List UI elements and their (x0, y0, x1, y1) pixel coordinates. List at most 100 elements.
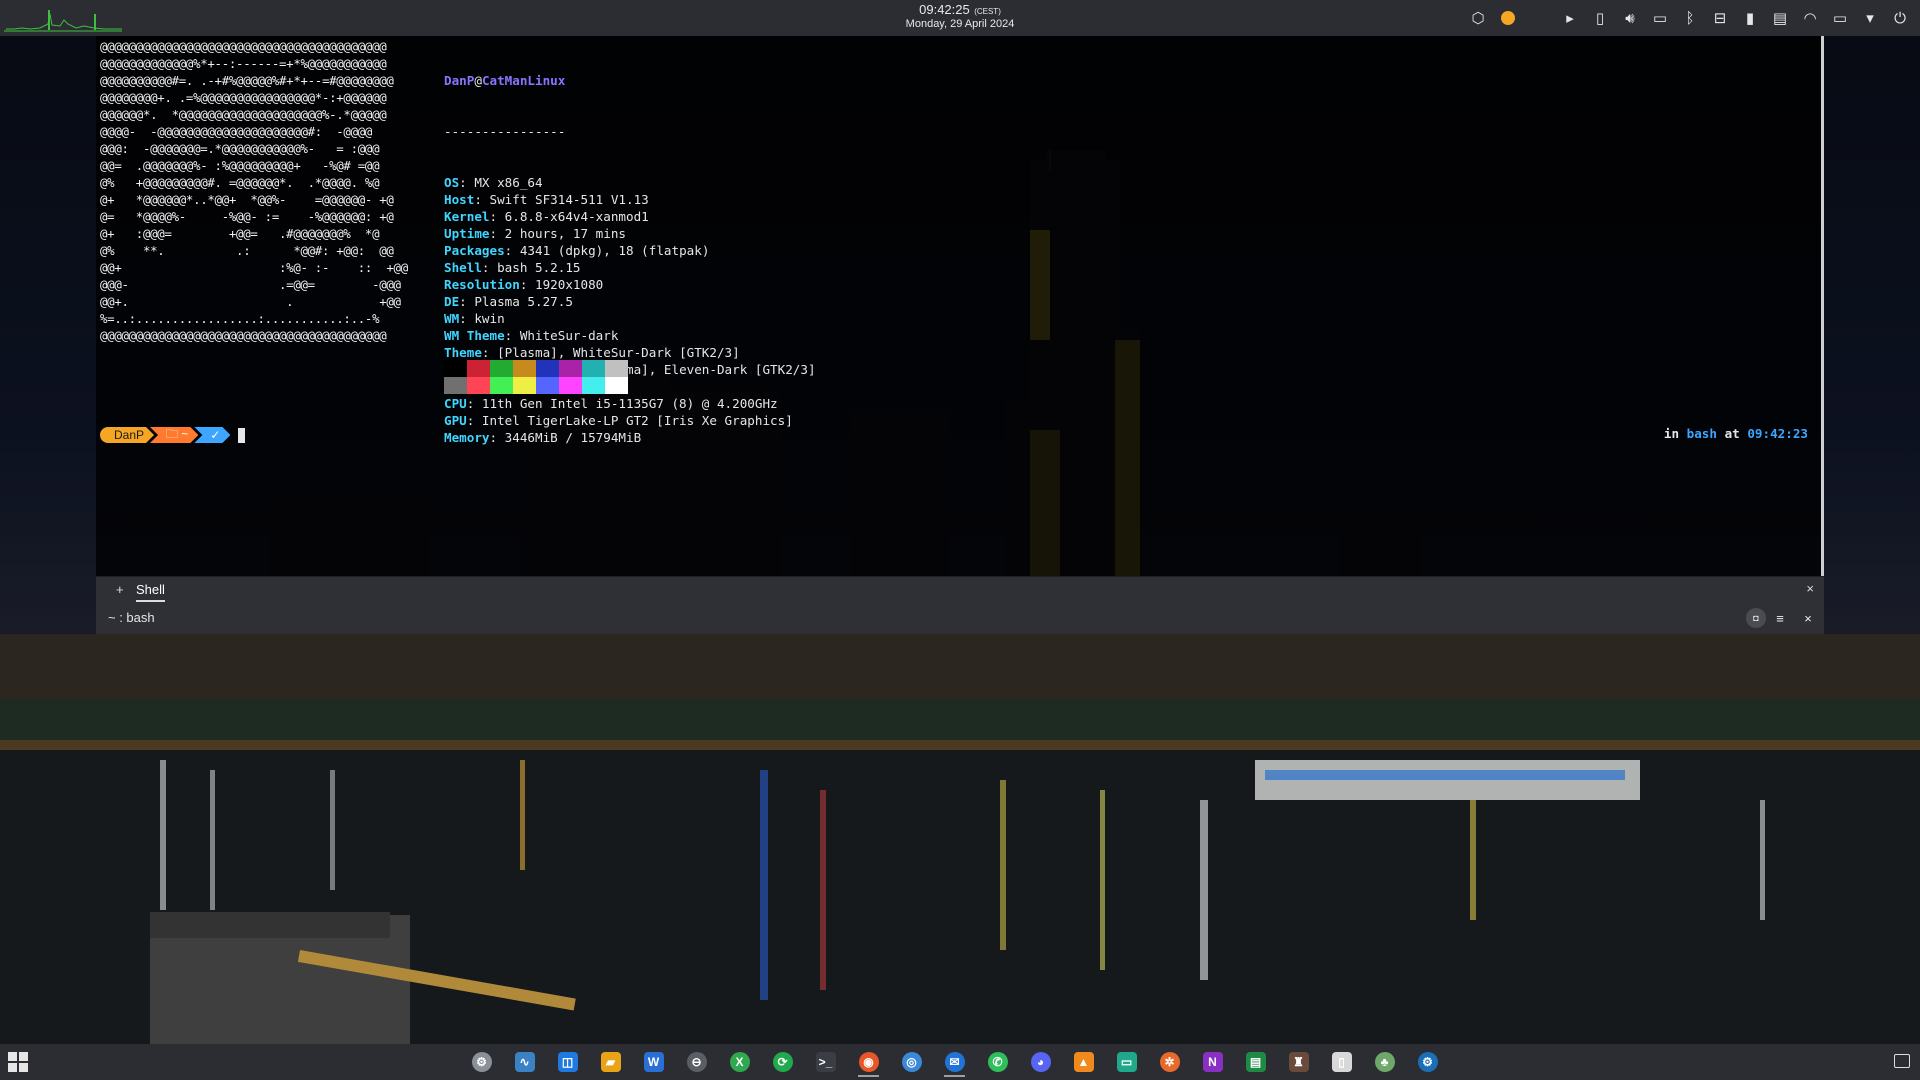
onenote-task-button[interactable]: N (1197, 1046, 1228, 1078)
system-monitor-icon: ∿ (514, 1052, 535, 1072)
notes-icon[interactable]: ▤ (1768, 6, 1792, 30)
info-user: DanP (444, 73, 475, 88)
prompt-user-segment: DanP (100, 427, 154, 443)
info-colon: : (459, 175, 475, 190)
system-monitor-task-button[interactable]: ∿ (509, 1046, 540, 1078)
sync-task-button[interactable]: ⟳ (767, 1046, 798, 1078)
remote-desktop-icon: ⊖ (686, 1052, 707, 1072)
wine-icon: ♜ (1288, 1052, 1309, 1072)
xbox-task-button[interactable]: X (724, 1046, 755, 1078)
drive-icon[interactable]: ⊟ (1708, 6, 1732, 30)
tab-shell[interactable]: Shell (136, 582, 165, 602)
info-value: Intel TigerLake-LP GT2 [Iris Xe Graphics… (481, 413, 793, 428)
info-value: bash 5.2.15 (497, 260, 581, 275)
neofetch-ascii-logo: @@@@@@@@@@@@@@@@@@@@@@@@@@@@@@@@@@@@@@@@… (100, 38, 408, 344)
info-key: DE (444, 294, 460, 309)
spreadsheet-task-button[interactable]: ▤ (1240, 1046, 1271, 1078)
whatsapp-task-button[interactable]: ✆ (982, 1046, 1013, 1078)
close-window-button[interactable]: × (1798, 608, 1818, 628)
split-view-button[interactable]: ◘ (1746, 608, 1766, 628)
vlc-task-button[interactable]: ▲ (1068, 1046, 1099, 1078)
writer-task-button[interactable]: W (638, 1046, 669, 1078)
bloom-task-button[interactable]: ✲ (1154, 1046, 1185, 1078)
gaming-task-button[interactable]: ▭ (1111, 1046, 1142, 1078)
writer-icon: W (643, 1052, 664, 1072)
kdeconnect-icon[interactable]: ▮ (1738, 6, 1762, 30)
session-title: ~ : bash (108, 610, 155, 625)
info-line: WM: kwin (444, 310, 816, 327)
application-launcher-icon[interactable] (8, 1052, 28, 1072)
text-cursor (238, 427, 246, 443)
terminal-task-button[interactable]: >_ (810, 1046, 841, 1078)
bottom-taskbar: ⚙ ∿ ◫ ▰ W ⊖ X ⟳ >_ ◉ ◎ ✉ ✆ ◕ ▲ ▭ ✲ N ▤ ♜ ▯ ♣ ⚙ (0, 1044, 1920, 1080)
thunderbird-task-button[interactable]: ✉ (939, 1046, 970, 1078)
info-key: GPU (444, 413, 467, 428)
show-desktop-icon[interactable] (1894, 1054, 1910, 1068)
terminal-scrollbar[interactable] (1821, 36, 1824, 576)
info-line: GPU: Intel TigerLake-LP GT2 [Iris Xe Gra… (444, 412, 816, 429)
steam-task-button[interactable]: ⚙ (1412, 1046, 1443, 1078)
penguin-task-button[interactable]: ♣ (1369, 1046, 1400, 1078)
file-manager-task-button[interactable]: ▰ (595, 1046, 626, 1078)
rprompt-shell: bash (1686, 426, 1717, 441)
settings-task-button[interactable]: ⚙ (466, 1046, 497, 1078)
info-value: kwin (474, 311, 505, 326)
weather-icon[interactable] (1496, 6, 1520, 30)
rprompt-time: 09:42:23 (1747, 426, 1808, 441)
launcher-tile (19, 1063, 28, 1072)
battery-icon[interactable]: ▭ (1828, 6, 1852, 30)
discord-task-button[interactable]: ◕ (1025, 1046, 1056, 1078)
ascii-line: @+ *@@@@@@*..*@@+ *@@%- =@@@@@@- +@ (100, 192, 394, 207)
software-store-task-button[interactable]: ◫ (552, 1046, 583, 1078)
vlc-icon: ▲ (1073, 1052, 1094, 1072)
info-line: Host: Swift SF314-511 V1.13 (444, 191, 816, 208)
palette-swatch (490, 360, 513, 377)
document-task-button[interactable]: ▯ (1326, 1046, 1357, 1078)
info-value: 6.8.8-x64v4-xanmod1 (504, 209, 649, 224)
palette-swatch (467, 360, 490, 377)
dropbox-icon[interactable]: ⬡ (1466, 6, 1490, 30)
clipboard-icon[interactable]: ▯ (1588, 6, 1612, 30)
battery-charge-icon[interactable]: ▭ (1648, 6, 1672, 30)
info-lines: OS: MX x86_64 Host: Swift SF314-511 V1.13… (444, 174, 816, 446)
rprompt-at: at (1724, 426, 1740, 441)
new-tab-button[interactable]: + (116, 582, 124, 597)
info-value: 3446MiB / 15794MiB (504, 430, 642, 445)
palette-swatch (559, 377, 582, 394)
wifi-icon[interactable]: ◠ (1798, 6, 1822, 30)
yakuake-icon[interactable]: ▸ (1558, 6, 1582, 30)
shell-prompt: DanP 🗀 ~ ✓ (100, 426, 246, 444)
system-load-graph[interactable] (4, 4, 122, 32)
info-colon: : (466, 413, 482, 428)
info-colon: : (481, 345, 498, 360)
info-key: Host (444, 192, 475, 207)
ascii-line: @@= .@@@@@@@%- :%@@@@@@@@@+ -%@# =@@ (100, 158, 380, 173)
arrow-down-icon[interactable]: ▾ (1858, 6, 1882, 30)
clock-date: Monday, 29 April 2024 (905, 18, 1015, 30)
remote-desktop-task-button[interactable]: ⊖ (681, 1046, 712, 1078)
user-host-line: DanP@CatManLinux (444, 72, 816, 89)
info-line: CPU: 11th Gen Intel i5-1135G7 (8) @ 4.20… (444, 395, 816, 412)
firefox-task-button[interactable]: ◉ (853, 1046, 884, 1078)
bluetooth-icon[interactable]: ᛒ (1678, 6, 1702, 30)
chrome-task-button[interactable]: ◎ (896, 1046, 927, 1078)
ascii-line: @@@@- -@@@@@@@@@@@@@@@@@@@@@#: -@@@@ (100, 124, 373, 139)
info-colon: : (481, 260, 498, 275)
info-key: Memory (444, 430, 490, 445)
power-icon[interactable]: ⏻ (1888, 6, 1912, 30)
volume-icon[interactable]: 🔊︎ (1618, 6, 1642, 30)
terminal-area[interactable]: @@@@@@@@@@@@@@@@@@@@@@@@@@@@@@@@@@@@@@@@… (96, 36, 1824, 576)
info-line: Packages: 4341 (dpkg), 18 (flatpak) (444, 242, 816, 259)
close-tab-button[interactable]: × (1806, 581, 1814, 596)
right-prompt: in bash at 09:42:23 (1664, 426, 1808, 441)
wine-task-button[interactable]: ♜ (1283, 1046, 1314, 1078)
xbox-icon: X (729, 1052, 750, 1072)
rprompt-in: in (1663, 426, 1680, 441)
palette-swatch (536, 377, 559, 394)
info-colon: : (466, 396, 482, 411)
info-line: WM Theme: WhiteSur-dark (444, 327, 816, 344)
info-value: 11th Gen Intel i5-1135G7 (8) @ 4.200GHz (481, 396, 778, 411)
menu-button[interactable]: ≡ (1770, 608, 1790, 628)
ascii-line: %=..:.................:...........:..-% (100, 311, 380, 326)
digital-clock[interactable]: 09:42:25 (CEST) Monday, 29 April 2024 (860, 3, 1060, 30)
